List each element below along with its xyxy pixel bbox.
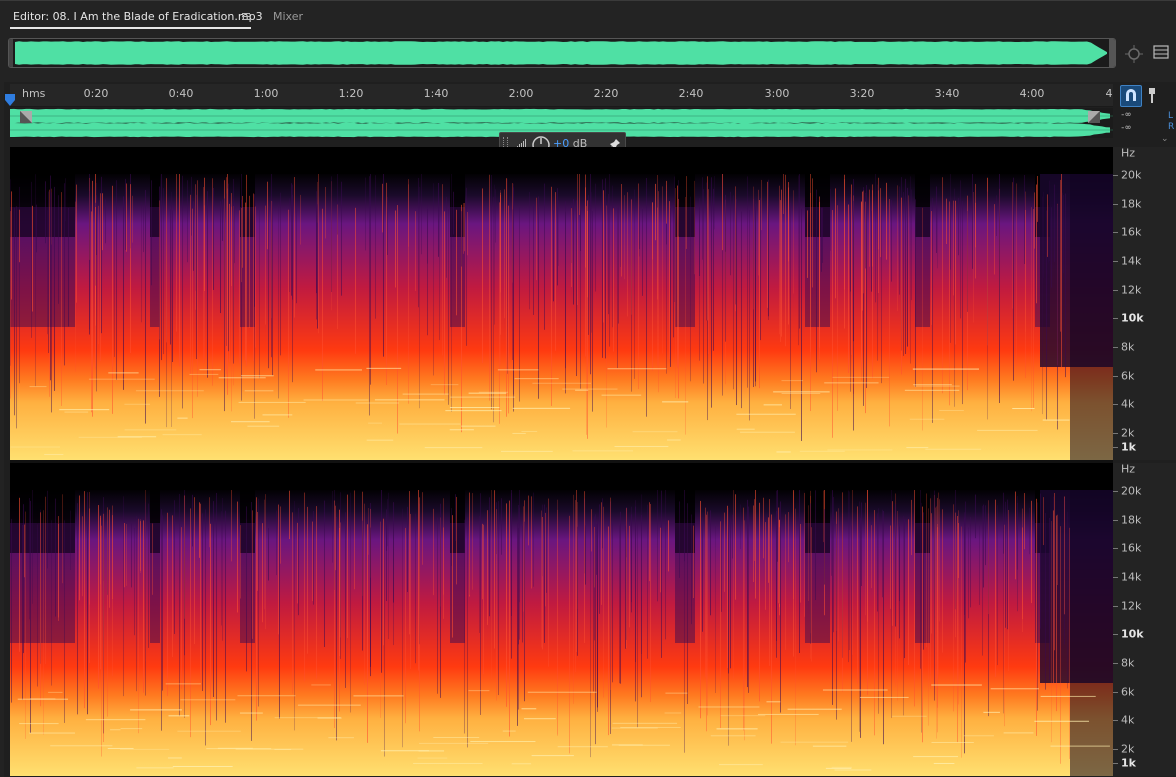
tab-bar: Editor: 08. I Am the Blade of Eradicatio… bbox=[0, 0, 1176, 35]
frequency-tick-label: 18k bbox=[1121, 513, 1142, 527]
ruler-tick-label: 4 bbox=[1105, 87, 1113, 100]
frequency-tick-label: 16k bbox=[1121, 225, 1142, 239]
ruler-tick-label: 3:20 bbox=[849, 87, 875, 100]
frequency-tick-label: 18k bbox=[1121, 197, 1142, 211]
frequency-tick-label: 12k bbox=[1121, 599, 1142, 613]
frequency-tick-label: 8k bbox=[1121, 340, 1135, 354]
frequency-tick-label: 20k bbox=[1121, 484, 1142, 498]
fade-out-handle[interactable] bbox=[1088, 111, 1100, 123]
fade-in-handle[interactable] bbox=[20, 111, 32, 123]
frequency-tick bbox=[1113, 692, 1118, 693]
tab-editor[interactable]: Editor: 08. I Am the Blade of Eradicatio… bbox=[13, 10, 263, 23]
frequency-tick-label: 6k bbox=[1121, 369, 1135, 383]
frequency-tick bbox=[1113, 491, 1118, 492]
frequency-tick-label: 1k bbox=[1121, 440, 1136, 454]
ruler-tick-label: 3:00 bbox=[764, 87, 790, 100]
ruler-tick-label: 1:20 bbox=[338, 87, 364, 100]
spectrogram-channel-left[interactable] bbox=[10, 147, 1113, 460]
ruler-tick-label: 1:40 bbox=[423, 87, 449, 100]
spectrogram-graphic bbox=[10, 147, 1113, 460]
ruler-tick-label: 1:00 bbox=[253, 87, 279, 100]
frequency-tick bbox=[1113, 720, 1118, 721]
ruler-unit-label: hms bbox=[22, 87, 46, 100]
frequency-tick bbox=[1113, 749, 1118, 750]
ruler-tick-label: 2:00 bbox=[508, 87, 534, 100]
frequency-tick bbox=[1113, 548, 1118, 549]
frequency-unit-label: Hz bbox=[1121, 146, 1136, 160]
frequency-tick-label: 20k bbox=[1121, 168, 1142, 182]
frequency-tick-label: 16k bbox=[1121, 541, 1142, 555]
level-readout-right: -∞ bbox=[1120, 123, 1131, 133]
overview-waveform[interactable] bbox=[8, 38, 1116, 68]
active-tab-indicator bbox=[10, 27, 251, 29]
frequency-tick-label: 14k bbox=[1121, 570, 1142, 584]
ruler-tick-label: 2:40 bbox=[678, 87, 704, 100]
frequency-tick-label: 1k bbox=[1121, 756, 1136, 770]
frequency-axis-right[interactable]: Hz 20k 18k 16k 14k 12k 10k 8k 6k 4k 2k 1k bbox=[1113, 463, 1176, 776]
hamburger-icon[interactable] bbox=[241, 9, 251, 23]
snap-magnet-icon[interactable] bbox=[1120, 85, 1142, 107]
ruler-tick-label: 4:00 bbox=[1019, 87, 1045, 100]
frequency-tick bbox=[1113, 520, 1118, 521]
frequency-tick-label: 10k bbox=[1121, 627, 1144, 641]
zoom-to-selection-icon[interactable] bbox=[1124, 44, 1144, 64]
chevron-down-icon[interactable]: ⌄ bbox=[1161, 134, 1169, 144]
spectrogram-channel-right[interactable] bbox=[10, 463, 1113, 776]
frequency-tick bbox=[1113, 606, 1118, 607]
channel-left-toggle[interactable]: L bbox=[1168, 111, 1173, 121]
marker-pin-icon[interactable] bbox=[1146, 86, 1158, 104]
frequency-tick-label: 8k bbox=[1121, 656, 1135, 670]
level-readout-left: -∞ bbox=[1120, 110, 1131, 120]
frequency-tick bbox=[1113, 634, 1118, 635]
frequency-tick-label: 6k bbox=[1121, 685, 1135, 699]
panel-menu-icon[interactable] bbox=[1153, 44, 1169, 60]
channel-right-toggle[interactable]: R bbox=[1168, 122, 1174, 132]
frequency-tick-label: 2k bbox=[1121, 742, 1135, 756]
frequency-tick bbox=[1113, 447, 1118, 448]
ruler-tick-label: 2:20 bbox=[593, 87, 619, 100]
frequency-tick bbox=[1113, 433, 1118, 434]
frequency-tick-label: 4k bbox=[1121, 713, 1135, 727]
time-ruler[interactable]: hms 0:20 0:40 1:00 1:20 1:40 2:00 2:20 2… bbox=[10, 84, 1113, 107]
frequency-tick bbox=[1113, 763, 1118, 764]
tab-mixer[interactable]: Mixer bbox=[273, 10, 303, 23]
spectrogram-graphic bbox=[10, 463, 1113, 776]
frequency-tick-label: 4k bbox=[1121, 397, 1135, 411]
frequency-tick bbox=[1113, 204, 1118, 205]
frequency-unit-label: Hz bbox=[1121, 462, 1136, 476]
overview-waveform-graphic bbox=[9, 39, 1115, 67]
frequency-tick bbox=[1113, 290, 1118, 291]
frequency-axis-left[interactable]: Hz 20k 18k 16k 14k 12k 10k 8k 6k 4k 2k 1k bbox=[1113, 147, 1176, 460]
ruler-tick-label: 0:40 bbox=[168, 87, 194, 100]
frequency-tick bbox=[1113, 404, 1118, 405]
frequency-tick bbox=[1113, 175, 1118, 176]
playhead-icon[interactable] bbox=[4, 93, 16, 107]
frequency-tick-label: 12k bbox=[1121, 283, 1142, 297]
ruler-tick-label: 0:20 bbox=[83, 87, 109, 100]
ruler-tick-label: 3:40 bbox=[934, 87, 960, 100]
frequency-tick-label: 10k bbox=[1121, 311, 1144, 325]
frequency-tick bbox=[1113, 261, 1118, 262]
frequency-tick bbox=[1113, 577, 1118, 578]
frequency-tick-label: 14k bbox=[1121, 254, 1142, 268]
frequency-tick-label: 2k bbox=[1121, 426, 1135, 440]
frequency-tick bbox=[1113, 318, 1118, 319]
frequency-tick bbox=[1113, 347, 1118, 348]
frequency-tick bbox=[1113, 663, 1118, 664]
frequency-tick bbox=[1113, 376, 1118, 377]
frequency-tick bbox=[1113, 232, 1118, 233]
